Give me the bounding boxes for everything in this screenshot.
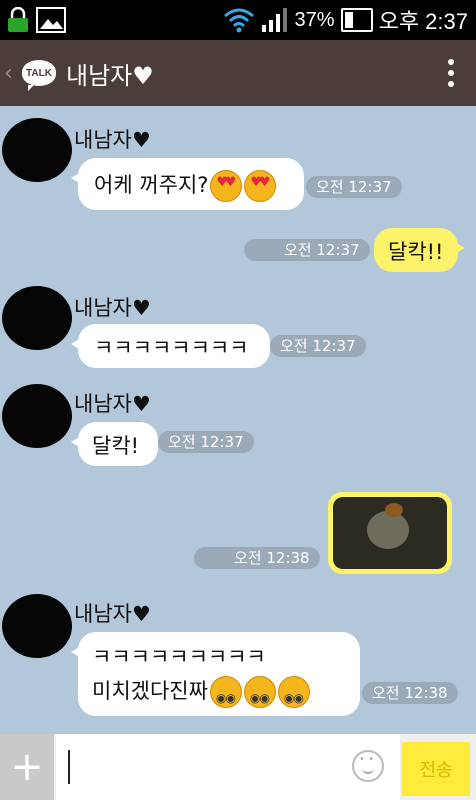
message-bubble[interactable]: 어케 꺼주지? xyxy=(71,158,304,210)
chat-area[interactable]: 내남자♥ 어케 꺼주지? 오전 12:37 오전 12:37 달칵!! 내남자♥… xyxy=(0,106,476,734)
battery-percent: 37% xyxy=(294,8,335,31)
message-time: 오전 12:37 xyxy=(158,431,254,453)
message-bubble[interactable]: ㅋㅋㅋㅋㅋㅋㅋㅋㅋ 미치겠다진짜 xyxy=(71,632,360,716)
chat-title: 내남자♥ xyxy=(66,61,154,90)
lock-icon xyxy=(8,7,28,32)
avatar[interactable] xyxy=(2,286,72,350)
status-bar: 37% 오후 2:37 xyxy=(0,0,476,40)
dizzy-emoji-icon xyxy=(277,676,310,715)
photo-icon xyxy=(333,497,447,569)
sender-name: 내남자♥ xyxy=(74,296,151,320)
plus-button[interactable]: + xyxy=(0,734,54,800)
avatar[interactable] xyxy=(2,118,72,182)
send-button[interactable]: 전송 xyxy=(402,742,470,796)
message-text: ㅋㅋㅋㅋㅋㅋㅋㅋ xyxy=(94,336,249,360)
message-input[interactable] xyxy=(56,734,400,800)
photo-message[interactable] xyxy=(328,492,452,574)
message-bubble[interactable]: 달칵!! xyxy=(374,228,465,272)
sender-name: 내남자♥ xyxy=(74,602,151,626)
message-time: 오전 12:37 xyxy=(244,239,370,261)
message-text: 미치겠다진짜 xyxy=(92,679,208,703)
wifi-icon xyxy=(223,8,254,33)
talk-logo: TALK xyxy=(22,60,56,91)
message-time: 오전 12:38 xyxy=(194,547,320,569)
message-time: 오전 12:38 xyxy=(362,682,458,704)
message-time: 오전 12:37 xyxy=(306,176,402,198)
sender-name: 내남자♥ xyxy=(74,392,151,416)
heart-eyes-emoji-icon xyxy=(210,170,243,202)
text-caret xyxy=(68,750,70,784)
message-text: ㅋㅋㅋㅋㅋㅋㅋㅋㅋ xyxy=(92,645,266,669)
signal-icon xyxy=(261,8,287,32)
dizzy-emoji-icon xyxy=(209,676,242,715)
input-bar: + 전송 xyxy=(0,734,476,800)
back-chevron-icon[interactable]: ‹ xyxy=(0,61,20,86)
message-text: 달칵!! xyxy=(388,240,444,264)
battery-icon xyxy=(340,8,373,32)
message-text: 달칵! xyxy=(92,434,140,458)
message-bubble[interactable]: 달칵! xyxy=(71,422,158,466)
image-icon xyxy=(36,7,66,33)
message-bubble[interactable]: ㅋㅋㅋㅋㅋㅋㅋㅋ xyxy=(71,324,270,368)
kebab-icon[interactable] xyxy=(448,59,454,87)
sender-name: 내남자♥ xyxy=(74,128,151,152)
clock: 오후 2:37 xyxy=(378,9,468,34)
dizzy-emoji-icon xyxy=(243,676,276,715)
avatar[interactable] xyxy=(2,594,72,658)
chat-header: ‹ TALK 내남자♥ xyxy=(0,40,476,106)
emoticon-icon[interactable] xyxy=(352,750,384,782)
heart-eyes-emoji-icon xyxy=(244,170,277,202)
avatar[interactable] xyxy=(2,384,72,448)
message-time: 오전 12:37 xyxy=(270,335,366,357)
message-text: 어케 꺼주지? xyxy=(94,173,209,197)
